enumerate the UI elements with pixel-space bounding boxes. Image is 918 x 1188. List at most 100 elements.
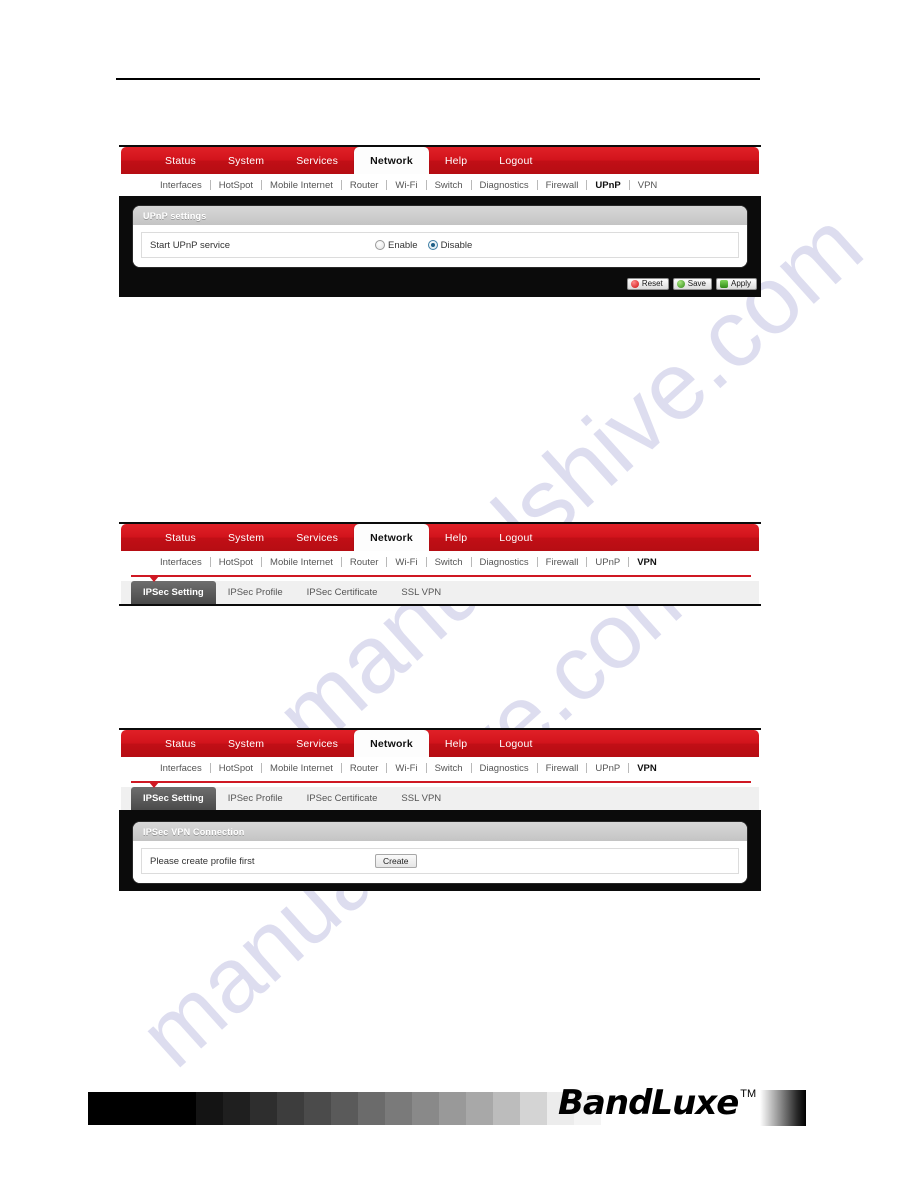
sub-nav-separator: [425, 557, 427, 567]
router-nav-vpn-tabs: Status System Services Network Help Logo…: [119, 524, 761, 604]
main-tab-services[interactable]: Services: [280, 147, 354, 174]
sub-nav-item-diagnostics[interactable]: Diagnostics: [473, 180, 536, 191]
ipsec-tab-profile[interactable]: IPSec Profile: [216, 787, 295, 810]
sub-nav-item-interfaces[interactable]: Interfaces: [153, 180, 209, 191]
main-tab-help[interactable]: Help: [429, 730, 483, 757]
main-tab-network[interactable]: Network: [354, 147, 429, 174]
sub-nav-item-hotspot[interactable]: HotSpot: [212, 557, 260, 568]
sub-nav-item-mobile-internet[interactable]: Mobile Internet: [263, 180, 340, 191]
reset-button[interactable]: Reset: [626, 278, 669, 290]
sub-nav-item-mobile-internet[interactable]: Mobile Internet: [263, 557, 340, 568]
sub-nav-item-vpn[interactable]: VPN: [630, 557, 664, 568]
sub-nav-separator: [470, 180, 472, 190]
ipsec-tab-ssl-vpn[interactable]: SSL VPN: [389, 787, 453, 810]
sub-nav-item-firewall[interactable]: Firewall: [539, 763, 586, 774]
main-tab-system[interactable]: System: [212, 524, 280, 551]
sub-nav-item-vpn[interactable]: VPN: [631, 180, 665, 191]
screenshot-upnp-settings: Status System Services Network Help Logo…: [119, 145, 761, 297]
grayscale-step: [277, 1092, 304, 1125]
main-tab-logout[interactable]: Logout: [483, 147, 548, 174]
sub-nav-item-hotspot[interactable]: HotSpot: [212, 180, 260, 191]
grayscale-step: [439, 1092, 466, 1125]
sub-nav-separator: [386, 557, 388, 567]
ipsec-tab-setting[interactable]: IPSec Setting: [131, 581, 216, 604]
ipsec-tab-certificate[interactable]: IPSec Certificate: [295, 581, 390, 604]
radio-selected-icon[interactable]: [427, 240, 438, 250]
ipsec-tab-profile[interactable]: IPSec Profile: [216, 581, 295, 604]
main-tab-status[interactable]: Status: [149, 524, 212, 551]
main-tab-system[interactable]: System: [212, 730, 280, 757]
ipsec-tab-ssl-vpn[interactable]: SSL VPN: [389, 581, 453, 604]
main-tab-network[interactable]: Network: [354, 730, 429, 757]
main-tab-network[interactable]: Network: [354, 524, 429, 551]
sub-nav-separator: [470, 763, 472, 773]
sub-nav-item-mobile-internet[interactable]: Mobile Internet: [263, 763, 340, 774]
main-tab-status[interactable]: Status: [149, 730, 212, 757]
sub-nav-item-upnp[interactable]: UPnP: [588, 180, 627, 191]
main-tab-status[interactable]: Status: [149, 147, 212, 174]
active-tab-caret-icon: [149, 782, 159, 788]
sub-nav-item-switch[interactable]: Switch: [428, 557, 470, 568]
apply-icon: [719, 280, 728, 288]
sub-nav-item-interfaces[interactable]: Interfaces: [153, 763, 209, 774]
sub-nav-item-router[interactable]: Router: [343, 180, 386, 191]
sub-nav-item-diagnostics[interactable]: Diagnostics: [473, 763, 536, 774]
red-divider-line: [131, 575, 751, 577]
ipsec-tab-certificate[interactable]: IPSec Certificate: [295, 787, 390, 810]
sub-nav-item-vpn[interactable]: VPN: [630, 763, 664, 774]
ipsec-card-title: IPSec VPN Connection: [133, 822, 747, 841]
apply-button-label: Apply: [730, 279, 751, 288]
sub-nav-item-hotspot[interactable]: HotSpot: [212, 763, 260, 774]
sub-nav-separator: [261, 180, 263, 190]
sub-nav-item-diagnostics[interactable]: Diagnostics: [473, 557, 536, 568]
main-tab-help[interactable]: Help: [429, 147, 483, 174]
sub-nav-separator: [340, 180, 342, 190]
apply-button[interactable]: Apply: [715, 278, 757, 290]
radio-unselected-icon[interactable]: [375, 240, 385, 250]
main-tab-system[interactable]: System: [212, 147, 280, 174]
sub-nav-separator: [209, 557, 211, 567]
sub-nav-item-firewall[interactable]: Firewall: [539, 557, 586, 568]
save-button[interactable]: Save: [672, 278, 712, 290]
grayscale-step: [385, 1092, 412, 1125]
main-tab-help[interactable]: Help: [429, 524, 483, 551]
save-icon: [676, 280, 685, 288]
sub-nav-item-upnp[interactable]: UPnP: [588, 763, 627, 774]
sub-nav-separator: [470, 557, 472, 567]
upnp-enable-option[interactable]: Enable: [375, 240, 418, 251]
grayscale-step: [88, 1092, 115, 1125]
sub-nav-item-interfaces[interactable]: Interfaces: [153, 557, 209, 568]
ipsec-tab-setting[interactable]: IPSec Setting: [131, 787, 216, 810]
sub-nav-item-wifi[interactable]: Wi-Fi: [388, 763, 424, 774]
page-footer: BandLuxe TM: [0, 1080, 918, 1188]
upnp-disable-option[interactable]: Disable: [427, 240, 472, 251]
upnp-action-bar: Reset Save Apply: [119, 275, 761, 297]
sub-nav-bar: Interfaces HotSpot Mobile Internet Route…: [121, 174, 759, 196]
sub-nav-item-firewall[interactable]: Firewall: [539, 180, 586, 191]
main-nav-bar: Status System Services Network Help Logo…: [121, 730, 759, 757]
main-tab-logout[interactable]: Logout: [483, 524, 548, 551]
grayscale-step: [142, 1092, 169, 1125]
create-profile-message: Please create profile first: [150, 855, 255, 867]
grayscale-step: [331, 1092, 358, 1125]
sub-nav-separator: [261, 763, 263, 773]
reset-button-label: Reset: [641, 279, 663, 288]
main-tab-services[interactable]: Services: [280, 524, 354, 551]
bandluxe-logo-text: BandLuxe: [558, 1083, 739, 1123]
sub-nav-item-wifi[interactable]: Wi-Fi: [388, 557, 424, 568]
sub-nav-separator: [425, 180, 427, 190]
sub-nav-item-wifi[interactable]: Wi-Fi: [388, 180, 424, 191]
grayscale-step: [358, 1092, 385, 1125]
grayscale-step: [304, 1092, 331, 1125]
sub-nav-item-upnp[interactable]: UPnP: [588, 557, 627, 568]
main-tab-services[interactable]: Services: [280, 730, 354, 757]
grayscale-step: [223, 1092, 250, 1125]
sub-nav-item-router[interactable]: Router: [343, 557, 386, 568]
sub-nav-item-switch[interactable]: Switch: [428, 763, 470, 774]
upnp-card-body: Start UPnP service Enable Disable: [133, 225, 747, 267]
main-nav-bar: Status System Services Network Help Logo…: [121, 147, 759, 174]
create-button[interactable]: Create: [375, 853, 417, 869]
main-tab-logout[interactable]: Logout: [483, 730, 548, 757]
sub-nav-item-switch[interactable]: Switch: [428, 180, 470, 191]
sub-nav-item-router[interactable]: Router: [343, 763, 386, 774]
